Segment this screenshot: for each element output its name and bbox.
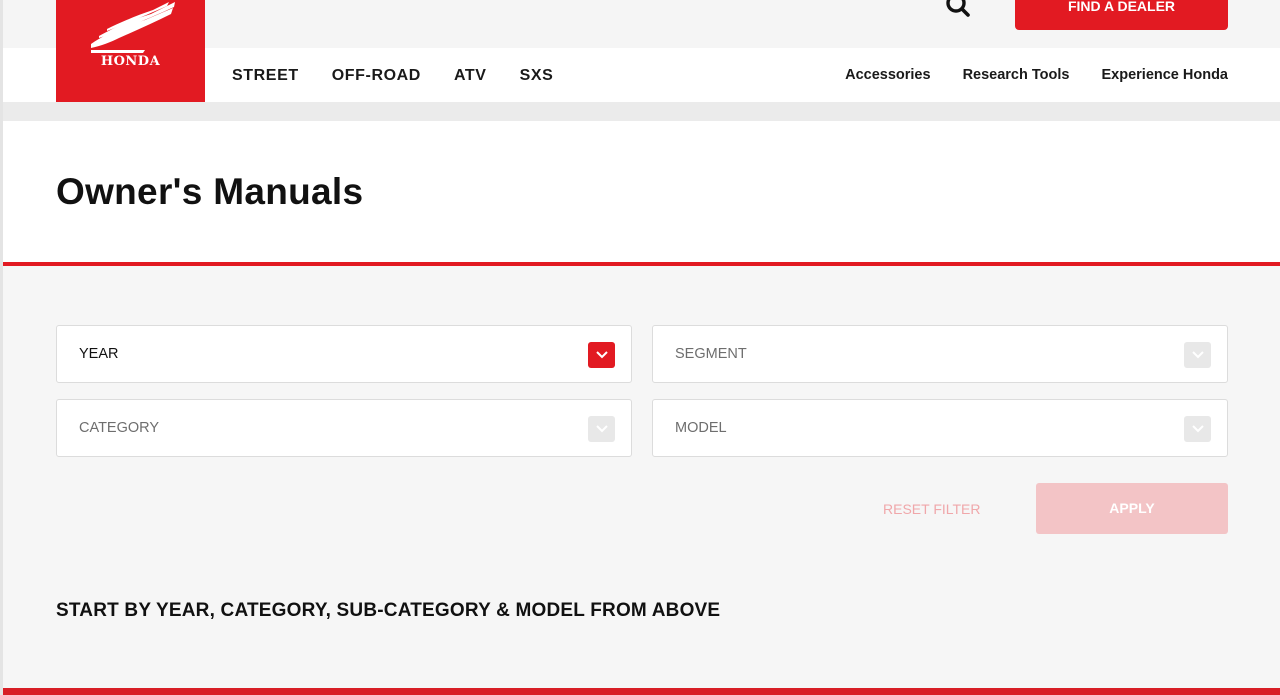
reset-filter-link[interactable]: RESET FILTER <box>883 501 981 517</box>
find-dealer-label: FIND A DEALER <box>1067 0 1176 14</box>
honda-wing-icon <box>90 2 175 53</box>
nav-accessories[interactable]: Accessories <box>845 67 930 83</box>
nav-experience-honda[interactable]: Experience Honda <box>1101 67 1228 83</box>
chevron-down-icon <box>588 416 615 442</box>
filter-section: YEAR SEGMENT CATEGORY MODEL RESET FILTER <box>3 266 1280 688</box>
category-select-label: CATEGORY <box>79 420 160 436</box>
header-divider-band <box>3 102 1280 121</box>
segment-select-label: SEGMENT <box>675 346 747 362</box>
instruction-text: START BY YEAR, CATEGORY, SUB-CATEGORY & … <box>56 600 721 621</box>
category-select[interactable]: CATEGORY <box>56 399 632 457</box>
model-select[interactable]: MODEL <box>652 399 1228 457</box>
main-nav: STREET OFF-ROAD ATV SXS <box>232 67 586 85</box>
nav-atv[interactable]: ATV <box>454 67 487 85</box>
title-section: Owner's Manuals <box>3 121 1280 262</box>
apply-button-label: APPLY <box>1109 500 1155 516</box>
apply-button[interactable]: APPLY <box>1036 483 1228 534</box>
page: HONDA FIND A DEALER STREET OFF-ROAD ATV … <box>0 0 1280 695</box>
year-select[interactable]: YEAR <box>56 325 632 383</box>
footer-red-band <box>3 688 1280 695</box>
chevron-down-icon <box>1184 416 1211 442</box>
honda-logo[interactable]: HONDA <box>56 0 205 102</box>
search-icon <box>946 0 970 17</box>
segment-select[interactable]: SEGMENT <box>652 325 1228 383</box>
nav-off-road[interactable]: OFF-ROAD <box>332 67 421 85</box>
year-select-label: YEAR <box>79 346 119 362</box>
model-select-label: MODEL <box>675 420 727 436</box>
utility-nav: Accessories Research Tools Experience Ho… <box>813 67 1228 83</box>
find-dealer-button[interactable]: FIND A DEALER <box>1015 0 1228 30</box>
page-title: Owner's Manuals <box>56 171 364 212</box>
nav-street[interactable]: STREET <box>232 67 299 85</box>
nav-research-tools[interactable]: Research Tools <box>963 67 1070 83</box>
search-button[interactable] <box>941 0 975 22</box>
logo-wordmark: HONDA <box>100 54 161 69</box>
chevron-down-icon <box>1184 342 1211 368</box>
chevron-down-icon <box>588 342 615 368</box>
nav-sxs[interactable]: SXS <box>520 67 554 85</box>
